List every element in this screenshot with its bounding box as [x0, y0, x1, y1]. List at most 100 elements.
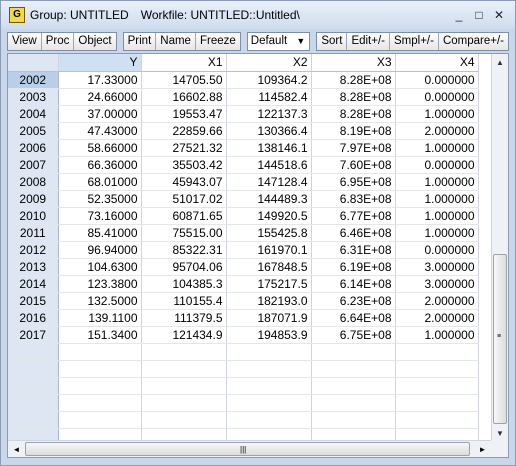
table-row[interactable]: 2008 68.01000 45943.07 147128.4 6.95E+08 1.00…: [8, 173, 479, 191]
table-cell[interactable]: 6.83E+08: [311, 190, 396, 208]
table-cell[interactable]: 144518.6: [226, 156, 312, 174]
table-cell[interactable]: 114582.4: [226, 88, 312, 106]
table-cell[interactable]: [226, 343, 312, 361]
close-button[interactable]: ✕: [489, 7, 509, 23]
table-cell[interactable]: 8.28E+08: [311, 105, 396, 123]
scroll-left-icon[interactable]: ◄: [8, 441, 25, 457]
table-cell[interactable]: 161970.1: [226, 241, 312, 259]
table-row[interactable]: 2017 151.3400 121434.9 194853.9 6.75E+08 1.00…: [8, 326, 479, 344]
table-cell[interactable]: 104.6300: [58, 258, 142, 276]
table-row[interactable]: 2005 47.43000 22859.66 130366.4 8.19E+08 2.00…: [8, 122, 479, 140]
edit-toggle-button[interactable]: Edit+/-: [347, 32, 390, 50]
table-cell[interactable]: [141, 360, 227, 378]
table-cell[interactable]: [58, 394, 142, 412]
table-cell[interactable]: 8.19E+08: [311, 122, 396, 140]
table-cell[interactable]: 35503.42: [141, 156, 227, 174]
row-header[interactable]: 2002: [8, 71, 59, 89]
table-row[interactable]: 2003 24.66000 16602.88 114582.4 8.28E+08 0.00…: [8, 88, 479, 106]
table-cell[interactable]: 175217.5: [226, 275, 312, 293]
table-cell[interactable]: 0.000000: [395, 241, 479, 259]
table-row[interactable]: 2007 66.36000 35503.42 144518.6 7.60E+08 0.00…: [8, 156, 479, 174]
horizontal-scroll-thumb[interactable]: |||: [25, 442, 470, 456]
table-cell[interactable]: 7.60E+08: [311, 156, 396, 174]
table-row[interactable]: 2015 132.5000 110155.4 182193.0 6.23E+08 2.00…: [8, 292, 479, 310]
table-row[interactable]: 2010 73.16000 60871.65 149920.5 6.77E+08 1.00…: [8, 207, 479, 225]
table-cell[interactable]: 0.000000: [395, 88, 479, 106]
table-cell[interactable]: 17.33000: [58, 71, 142, 89]
table-cell[interactable]: 27521.32: [141, 139, 227, 157]
table-cell[interactable]: 6.31E+08: [311, 241, 396, 259]
row-header[interactable]: [8, 411, 59, 429]
table-cell[interactable]: [395, 360, 479, 378]
table-cell[interactable]: 111379.5: [141, 309, 227, 327]
table-row[interactable]: 2009 52.35000 51017.02 144489.3 6.83E+08 1.00…: [8, 190, 479, 208]
scroll-up-icon[interactable]: ▲: [492, 54, 508, 71]
table-cell[interactable]: 0.000000: [395, 71, 479, 89]
table-cell[interactable]: 151.3400: [58, 326, 142, 344]
table-cell[interactable]: 123.3800: [58, 275, 142, 293]
table-cell[interactable]: 139.1100: [58, 309, 142, 327]
row-header[interactable]: 2006: [8, 139, 59, 157]
spreadsheet-grid[interactable]: Y X1 X2 X3 X4 2002 17.33000 14705.50 109364…: [7, 53, 509, 458]
table-cell[interactable]: 6.14E+08: [311, 275, 396, 293]
table-cell[interactable]: 37.00000: [58, 105, 142, 123]
column-header-x3[interactable]: X3: [311, 54, 396, 72]
table-row[interactable]: 2016 139.1100 111379.5 187071.9 6.64E+08 2.00…: [8, 309, 479, 327]
table-cell[interactable]: [141, 343, 227, 361]
table-cell[interactable]: 1.000000: [395, 190, 479, 208]
row-header[interactable]: 2017: [8, 326, 59, 344]
row-header[interactable]: 2013: [8, 258, 59, 276]
horizontal-scrollbar[interactable]: ◄ ||| ►: [8, 440, 491, 457]
table-cell[interactable]: 73.16000: [58, 207, 142, 225]
row-header[interactable]: [8, 343, 59, 361]
table-row[interactable]: 2012 96.94000 85322.31 161970.1 6.31E+08 0.00…: [8, 241, 479, 259]
table-cell[interactable]: 19553.47: [141, 105, 227, 123]
table-row[interactable]: 2006 58.66000 27521.32 138146.1 7.97E+08 1.00…: [8, 139, 479, 157]
table-cell[interactable]: 147128.4: [226, 173, 312, 191]
table-cell[interactable]: 121434.9: [141, 326, 227, 344]
table-cell[interactable]: 122137.3: [226, 105, 312, 123]
table-cell[interactable]: 132.5000: [58, 292, 142, 310]
freeze-button[interactable]: Freeze: [195, 32, 240, 50]
table-cell[interactable]: 109364.2: [226, 71, 312, 89]
table-row[interactable]: [8, 411, 479, 429]
table-cell[interactable]: 2.000000: [395, 122, 479, 140]
table-row[interactable]: [8, 360, 479, 378]
table-cell[interactable]: 58.66000: [58, 139, 142, 157]
table-cell[interactable]: [226, 360, 312, 378]
row-header[interactable]: 2008: [8, 173, 59, 191]
column-header-x4[interactable]: X4: [395, 54, 479, 72]
row-header[interactable]: 2011: [8, 224, 59, 242]
table-cell[interactable]: 155425.8: [226, 224, 312, 242]
name-button[interactable]: Name: [156, 32, 196, 50]
table-cell[interactable]: 3.000000: [395, 275, 479, 293]
row-header[interactable]: 2012: [8, 241, 59, 259]
table-cell[interactable]: 85322.31: [141, 241, 227, 259]
table-cell[interactable]: 7.97E+08: [311, 139, 396, 157]
table-cell[interactable]: [311, 360, 396, 378]
table-cell[interactable]: [226, 377, 312, 395]
row-header[interactable]: 2014: [8, 275, 59, 293]
object-button[interactable]: Object: [74, 32, 116, 50]
row-header[interactable]: [8, 360, 59, 378]
table-cell[interactable]: 6.23E+08: [311, 292, 396, 310]
table-cell[interactable]: [58, 411, 142, 429]
table-cell[interactable]: [311, 343, 396, 361]
table-cell[interactable]: 66.36000: [58, 156, 142, 174]
display-format-dropdown[interactable]: Default ▼: [246, 31, 311, 51]
row-header[interactable]: 2016: [8, 309, 59, 327]
sort-button[interactable]: Sort: [317, 32, 348, 50]
table-cell[interactable]: 0.000000: [395, 156, 479, 174]
row-header[interactable]: 2005: [8, 122, 59, 140]
table-cell[interactable]: 45943.07: [141, 173, 227, 191]
table-cell[interactable]: 1.000000: [395, 105, 479, 123]
table-cell[interactable]: 144489.3: [226, 190, 312, 208]
column-header-x2[interactable]: X2: [226, 54, 312, 72]
table-row[interactable]: [8, 377, 479, 395]
table-cell[interactable]: [226, 394, 312, 412]
table-cell[interactable]: 68.01000: [58, 173, 142, 191]
table-row[interactable]: 2002 17.33000 14705.50 109364.2 8.28E+08 0.00…: [8, 71, 479, 89]
table-cell[interactable]: 1.000000: [395, 326, 479, 344]
row-header[interactable]: [8, 394, 59, 412]
maximize-button[interactable]: □: [469, 7, 489, 23]
